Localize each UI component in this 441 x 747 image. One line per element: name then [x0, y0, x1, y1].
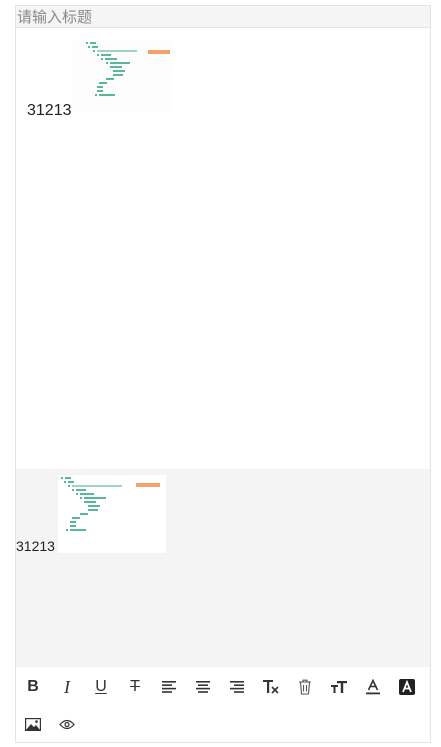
preview-body-text: 31213 — [16, 538, 55, 554]
image-icon — [25, 717, 41, 731]
underline-button[interactable]: U — [90, 676, 112, 698]
document-screenshot-thumbnail-icon — [73, 40, 171, 112]
trash-icon — [299, 679, 311, 695]
insert-image-button[interactable] — [22, 713, 44, 735]
title-bar — [16, 6, 430, 28]
preview-image — [58, 475, 166, 553]
align-right-button[interactable] — [226, 676, 248, 698]
strikethrough-icon: T — [130, 678, 140, 695]
preview-panel: 31213 — [16, 469, 430, 667]
bold-icon: B — [27, 678, 39, 695]
eye-icon — [59, 719, 75, 729]
embedded-image[interactable] — [73, 40, 171, 112]
background-color-button[interactable] — [396, 676, 418, 698]
clear-format-button[interactable] — [260, 676, 282, 698]
document-screenshot-thumbnail-icon — [58, 475, 166, 553]
highlight-icon — [399, 679, 415, 695]
editor-frame: 31213 — [15, 5, 431, 743]
preview-button[interactable] — [56, 713, 78, 735]
align-left-button[interactable] — [158, 676, 180, 698]
bold-button[interactable]: B — [22, 676, 44, 698]
delete-button[interactable] — [294, 676, 316, 698]
font-color-button[interactable] — [362, 676, 384, 698]
align-left-icon — [162, 681, 176, 693]
font-size-button[interactable] — [328, 676, 350, 698]
italic-icon: I — [64, 677, 70, 697]
strikethrough-button[interactable]: T — [124, 676, 146, 698]
rich-text-editor[interactable]: 31213 — [16, 28, 430, 469]
italic-button[interactable]: I — [56, 676, 78, 698]
title-input[interactable] — [16, 6, 430, 27]
editor-body-text[interactable]: 31213 — [27, 102, 72, 120]
align-right-icon — [230, 681, 244, 693]
font-size-icon — [331, 681, 347, 693]
font-color-icon — [366, 679, 380, 695]
underline-icon: U — [95, 678, 107, 695]
align-center-icon — [196, 681, 210, 693]
align-center-button[interactable] — [192, 676, 214, 698]
formatting-toolbar: B I U T — [16, 667, 430, 742]
clear-format-icon — [263, 680, 279, 694]
